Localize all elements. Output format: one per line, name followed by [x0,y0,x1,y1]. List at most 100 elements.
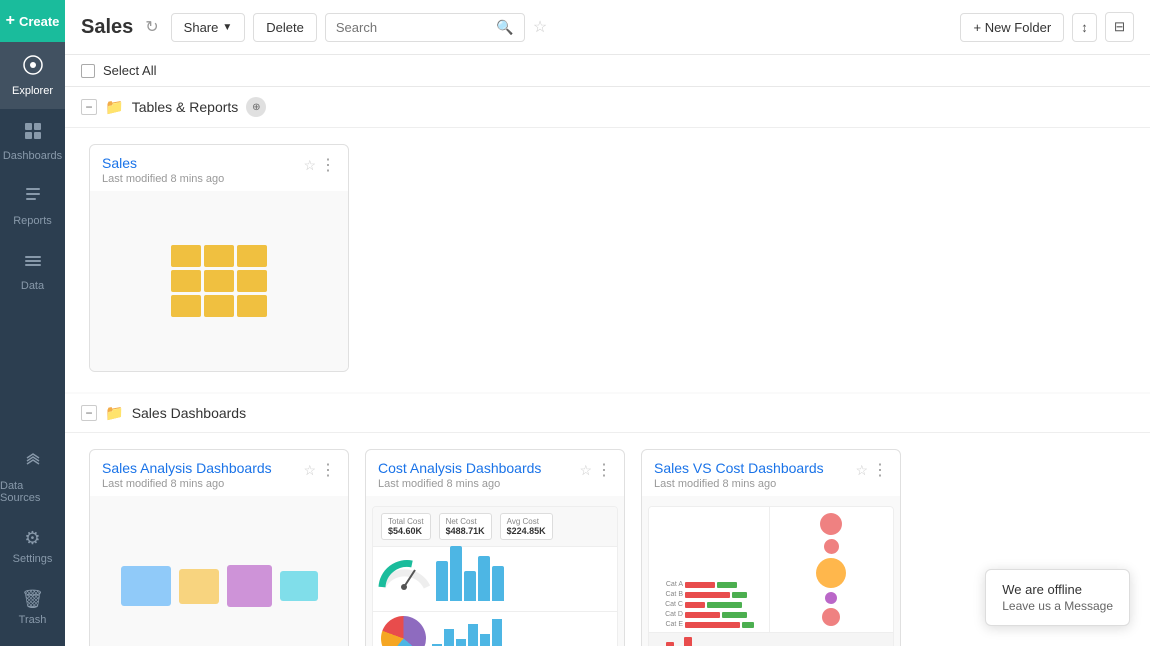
page-title: Sales [81,16,133,39]
card-title-sales: Sales [102,155,303,171]
header-right-actions: + New Folder ↕ ⊟ [960,12,1134,42]
sort-button[interactable]: ↕ [1072,13,1097,42]
bar-5 [492,566,504,601]
card-title-svc: Sales VS Cost Dashboards [654,460,855,476]
refresh-icon[interactable]: ↻ [145,17,158,37]
pie-section [373,611,617,646]
collapse-sales-dashboards[interactable]: − [81,405,97,421]
cost-stats: Total Cost $54.60K Net Cost $488.71K Avg… [373,507,617,547]
plus-icon: + [6,12,15,30]
share-label: Share [184,20,219,35]
section-header-sales-dashboards: − 📁 Sales Dashboards [65,394,1150,433]
sidebar-item-dashboards[interactable]: Dashboards [0,109,65,174]
section-title-sales-dashboards: Sales Dashboards [132,405,246,421]
card-more-svc[interactable]: ⋮ [872,460,888,480]
bubble-4 [825,592,837,604]
table-cell [204,245,234,267]
card-sales[interactable]: Sales Last modified 8 mins ago ☆ ⋮ [89,144,349,372]
card-more-sales[interactable]: ⋮ [320,155,336,175]
bar-row: Cat C [653,601,765,608]
bar-val2 [717,582,737,588]
sidebar-item-label: Explorer [12,85,53,97]
bb-4 [684,637,692,646]
svc-top: Cat A Cat B [649,507,893,632]
select-all-toolbar: Select All [65,55,1150,87]
card-more-sa[interactable]: ⋮ [320,460,336,480]
card-star-sales[interactable]: ☆ [303,157,316,174]
section-header-tables-reports: − 📁 Tables & Reports ⊕ [65,87,1150,128]
stat-total-cost: Total Cost $54.60K [381,513,431,540]
trash-icon: 🗑 [21,589,44,610]
block-yellow [179,569,219,604]
bar-labels: Cat A Cat B [653,581,765,628]
bubble-2 [824,539,839,554]
pin-tables-reports[interactable]: ⊕ [246,97,266,117]
card-subtitle-sales: Last modified 8 mins ago [102,173,303,185]
share-chevron-icon: ▼ [222,22,232,33]
sidebar-item-reports[interactable]: Reports [0,174,65,239]
sidebar-item-trash[interactable]: 🗑 Trash [0,577,65,638]
chat-widget[interactable]: We are offline Leave us a Message [985,569,1130,626]
sidebar-item-datasources[interactable]: Data Sources [0,439,65,516]
svc-bubbles [770,507,894,632]
bar2-4 [468,624,478,646]
card-cost-analysis[interactable]: Cost Analysis Dashboards Last modified 8… [365,449,625,646]
bar2-6 [492,619,502,646]
bar-val2 [707,602,742,608]
collapse-tables-reports[interactable]: − [81,99,97,115]
select-all-text: Select All [103,63,156,78]
card-title-ca: Cost Analysis Dashboards [378,460,579,476]
bar-label: Cat A [653,581,683,588]
table-cell [171,245,201,267]
sidebar-item-explorer[interactable]: Explorer [0,42,65,109]
search-icon: 🔍 [496,19,513,36]
card-thumb-svc: Cat A Cat B [642,496,900,646]
section-title-tables-reports: Tables & Reports [132,99,239,115]
card-thumb-sales [90,191,348,371]
settings-label: Settings [13,553,53,565]
bar-val [685,622,740,628]
block-cyan [280,571,318,601]
bar2-3 [456,639,466,646]
card-star-svc[interactable]: ☆ [855,462,868,479]
settings-icon: ⚙ [24,528,40,549]
stat-net-cost: Net Cost $488.71K [439,513,492,540]
bar-label: Cat E [653,621,683,628]
sidebar-item-settings[interactable]: ⚙ Settings [0,516,65,577]
new-folder-button[interactable]: + New Folder [960,13,1064,42]
card-star-ca[interactable]: ☆ [579,462,592,479]
sidebar-item-data[interactable]: Data [0,239,65,304]
card-subtitle-ca: Last modified 8 mins ago [378,478,579,490]
delete-button[interactable]: Delete [253,13,317,42]
cards-grid-tables-reports: Sales Last modified 8 mins ago ☆ ⋮ [65,128,1150,392]
create-button[interactable]: + Create [0,0,65,42]
bottom-bars [657,637,770,646]
card-thumb-sa [90,496,348,646]
bar-row: Cat A [653,581,765,588]
share-button[interactable]: Share ▼ [171,13,246,42]
card-title-area-ca: Cost Analysis Dashboards Last modified 8… [378,460,579,490]
select-all-checkbox[interactable] [81,64,95,78]
header-left-actions: Share ▼ Delete 🔍 ☆ [171,13,548,42]
dash-blocks-sa [101,545,338,627]
chat-message-label[interactable]: Leave us a Message [1002,599,1113,613]
favorite-icon[interactable]: ☆ [533,17,547,37]
search-box: 🔍 [325,13,525,42]
card-sales-analysis[interactable]: Sales Analysis Dashboards Last modified … [89,449,349,646]
card-sales-vs-cost[interactable]: Sales VS Cost Dashboards Last modified 8… [641,449,901,646]
datasources-label: Data Sources [0,480,65,504]
data-icon [23,251,43,276]
folder-icon-tables-reports: 📁 [105,98,124,116]
sort-icon: ↕ [1081,20,1088,35]
view-button[interactable]: ⊟ [1105,12,1134,42]
bar-label: Cat C [653,601,683,608]
search-input[interactable] [336,20,491,35]
select-all-label[interactable]: Select All [81,63,156,78]
datasources-icon [23,451,43,476]
card-title-area-sales: Sales Last modified 8 mins ago [102,155,303,185]
table-cell [204,295,234,317]
card-star-sa[interactable]: ☆ [303,462,316,479]
card-more-ca[interactable]: ⋮ [596,460,612,480]
bar-label: Cat B [653,591,683,598]
bar-4 [478,556,490,601]
